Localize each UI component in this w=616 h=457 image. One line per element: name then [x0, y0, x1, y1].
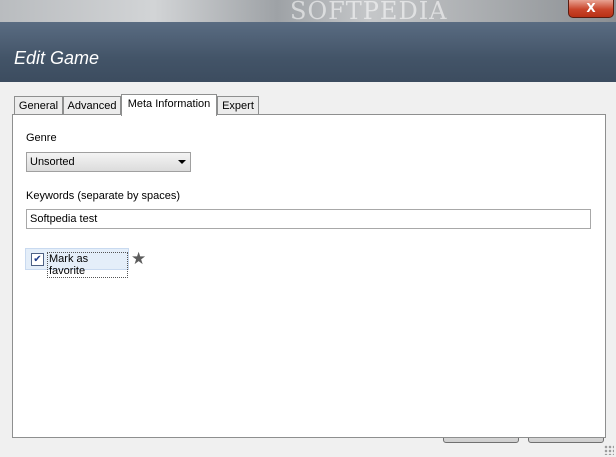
star-icon: ★ [131, 249, 147, 269]
resize-grip-icon[interactable] [604, 445, 614, 455]
keywords-input-value: Softpedia test [30, 213, 98, 225]
tab-expert[interactable]: Expert [217, 96, 259, 115]
keywords-input[interactable]: Softpedia test [26, 209, 591, 229]
keywords-label: Keywords (separate by spaces) [26, 190, 181, 202]
genre-label: Genre [26, 132, 57, 144]
window-titlebar: SOFTPEDIA X [0, 0, 616, 22]
dialog-header: Edit Game [0, 22, 616, 82]
tab-panel-meta-information: Genre Unsorted Keywords (separate by spa… [12, 114, 606, 438]
close-icon: X [586, 1, 596, 15]
dialog-title: Edit Game [14, 48, 100, 68]
favorite-checkbox-row[interactable]: ✔ Mark as favorite [25, 248, 129, 278]
tab-meta-information[interactable]: Meta Information [121, 94, 217, 116]
tab-advanced[interactable]: Advanced [63, 96, 121, 115]
favorite-checkbox[interactable]: ✔ [31, 253, 44, 266]
genre-selected-value: Unsorted [30, 156, 75, 168]
dialog-body: General Advanced Meta Information Expert… [0, 82, 616, 457]
genre-dropdown[interactable]: Unsorted [26, 152, 191, 172]
check-icon: ✔ [33, 254, 42, 265]
chevron-down-icon [178, 160, 186, 164]
background-watermark: SOFTPEDIA [290, 0, 448, 22]
close-button[interactable]: X [568, 0, 614, 18]
favorite-label[interactable]: Mark as favorite [47, 252, 128, 278]
tab-general[interactable]: General [14, 96, 63, 115]
